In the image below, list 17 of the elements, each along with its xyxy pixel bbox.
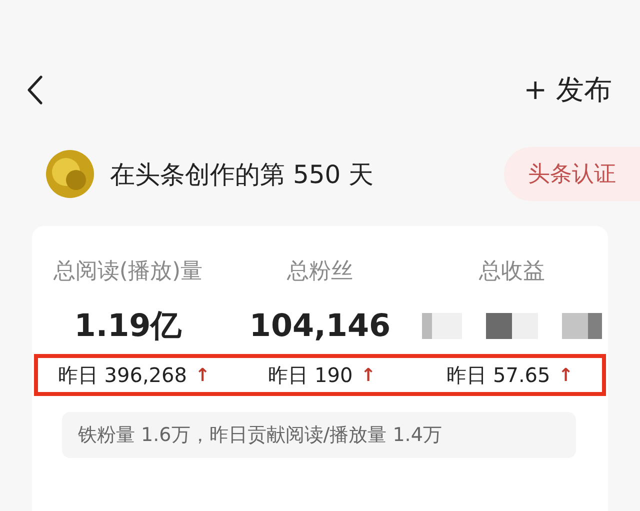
stat-label: 总收益 [478,258,546,286]
publish-button[interactable]: + 发布 [524,71,612,109]
yesterday-value: 昨日 57.65 [446,362,550,388]
avatar-icon [46,150,94,198]
trend-indicator: ↑ [558,364,574,386]
trend-indicator: ↑ [194,364,210,386]
fan-summary-text: 铁粉量 1.6万，昨日贡献阅读/播放量 1.4万 [62,412,576,458]
certification-badge[interactable]: 头条认证 [504,147,640,201]
stat-label: 总阅读(播放)量 [52,258,204,286]
creation-days-text: 在头条创作的第 550 天 [110,158,375,190]
trend-indicator: ↑ [360,364,376,386]
yesterday-value: 昨日 190 [268,362,353,388]
stat-value: 104,146 [249,308,391,344]
yesterday-value: 昨日 396,268 [58,362,187,388]
back-icon[interactable] [26,75,44,105]
stat-label: 总粉丝 [286,258,354,286]
stat-value: 1.19亿 [74,307,182,346]
